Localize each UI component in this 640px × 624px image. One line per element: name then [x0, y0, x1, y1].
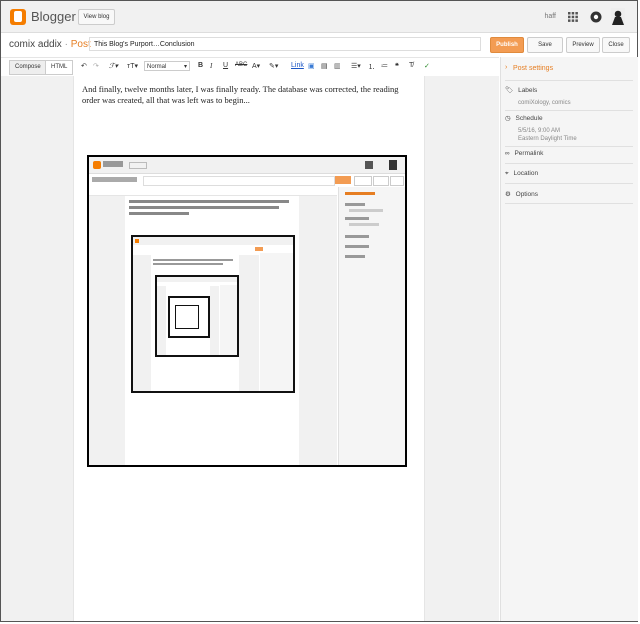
italic-icon[interactable]: I [210, 62, 212, 70]
clock-icon: ◷ [505, 115, 511, 122]
divider [505, 110, 633, 111]
blogger-logo-icon[interactable] [10, 9, 26, 25]
quote-icon[interactable]: ❝ [395, 62, 399, 70]
text-color-icon[interactable]: A▾ [252, 62, 260, 70]
editor-toolbar: Compose HTML ↶ ↷ ℱ▾ ᴛT▾ Normal ▾ B I U AB… [1, 57, 499, 77]
save-button[interactable]: Save [527, 37, 563, 53]
view-blog-button[interactable]: View blog [78, 9, 115, 25]
location-pin-icon: ⌖ [505, 170, 509, 177]
chevron-right-icon[interactable]: › [505, 64, 507, 71]
embedded-screenshot[interactable] [87, 155, 407, 467]
clear-formatting-icon[interactable]: T̸ [409, 62, 413, 69]
options-title: Options [515, 191, 539, 198]
notifications-icon[interactable] [590, 11, 602, 23]
post-header: comix addix · Post This Blog's Purport…C… [1, 33, 637, 56]
close-button[interactable]: Close [602, 37, 630, 53]
editor-area: And finally, twelve months later, I was … [1, 76, 499, 621]
align-icon[interactable]: ☰▾ [351, 62, 361, 70]
schedule-row[interactable]: ◷ Schedule [505, 114, 543, 122]
redo-icon[interactable]: ↷ [93, 62, 99, 70]
format-select[interactable]: Normal ▾ [144, 61, 190, 71]
bold-icon[interactable]: B [198, 62, 203, 69]
user-name[interactable]: haff [544, 13, 556, 20]
labels-title: Labels [518, 87, 538, 94]
apps-grid-icon[interactable] [568, 12, 578, 22]
options-row[interactable]: ⚙ Options [505, 190, 538, 198]
underline-icon[interactable]: U [223, 62, 228, 69]
undo-icon[interactable]: ↶ [81, 62, 87, 70]
location-title: Location [513, 170, 539, 177]
insert-video-icon[interactable]: ▤ [321, 62, 328, 70]
blog-name-breadcrumb: comix addix · Post [9, 39, 91, 50]
highlight-icon[interactable]: ✎▾ [269, 62, 278, 70]
chevron-down-icon: ▾ [183, 64, 187, 70]
label-tag-icon: 🏷 [505, 87, 514, 94]
spellcheck-icon[interactable]: ✓ [424, 62, 430, 70]
breadcrumb-separator: · [64, 39, 68, 50]
font-icon[interactable]: ℱ▾ [109, 62, 118, 70]
permalink-title: Permalink [514, 150, 544, 157]
post-settings-heading[interactable]: Post settings [513, 65, 553, 72]
labels-row[interactable]: 🏷 Labels [505, 86, 537, 94]
divider [505, 183, 633, 184]
post-body-text[interactable]: And finally, twelve months later, I was … [82, 84, 402, 106]
divider [505, 163, 633, 164]
editor-canvas[interactable]: And finally, twelve months later, I was … [73, 76, 425, 621]
numbered-list-icon[interactable]: ⒈ [368, 62, 375, 72]
bulleted-list-icon[interactable]: ≔ [381, 62, 388, 70]
format-value: Normal [147, 64, 167, 70]
jump-break-icon[interactable]: ▥ [334, 62, 341, 70]
link-button[interactable]: Link [291, 62, 304, 69]
permalink-row[interactable]: ∞ Permalink [505, 150, 543, 157]
schedule-timezone: Eastern Daylight Time [518, 136, 577, 142]
divider [505, 203, 633, 204]
preview-button[interactable]: Preview [566, 37, 600, 53]
font-size-icon[interactable]: ᴛT▾ [127, 62, 138, 70]
post-settings-sidebar: › Post settings 🏷 Labels comiXology, com… [500, 57, 638, 621]
app-title: Blogger [31, 9, 76, 24]
publish-button[interactable]: Publish [490, 37, 524, 53]
schedule-title: Schedule [515, 115, 543, 122]
compose-tab[interactable]: Compose [9, 60, 47, 75]
html-tab[interactable]: HTML [45, 60, 74, 75]
schedule-date: 5/5/16, 9:00 AM [518, 128, 561, 134]
top-bar: Blogger View blog haff [1, 1, 637, 33]
insert-image-icon[interactable]: ▣ [308, 62, 315, 70]
gear-icon: ⚙ [505, 191, 511, 198]
location-row[interactable]: ⌖ Location [505, 170, 538, 178]
section-label: Post [70, 39, 91, 50]
divider [505, 80, 633, 81]
blog-name[interactable]: comix addix [9, 39, 62, 50]
strikethrough-icon[interactable]: ABC [235, 62, 247, 68]
link-icon: ∞ [505, 150, 510, 157]
avatar[interactable] [611, 8, 625, 25]
labels-value: comiXology, comics [518, 100, 571, 106]
post-title-input[interactable]: This Blog's Purport…Conclusion [89, 37, 481, 51]
divider [505, 146, 633, 147]
